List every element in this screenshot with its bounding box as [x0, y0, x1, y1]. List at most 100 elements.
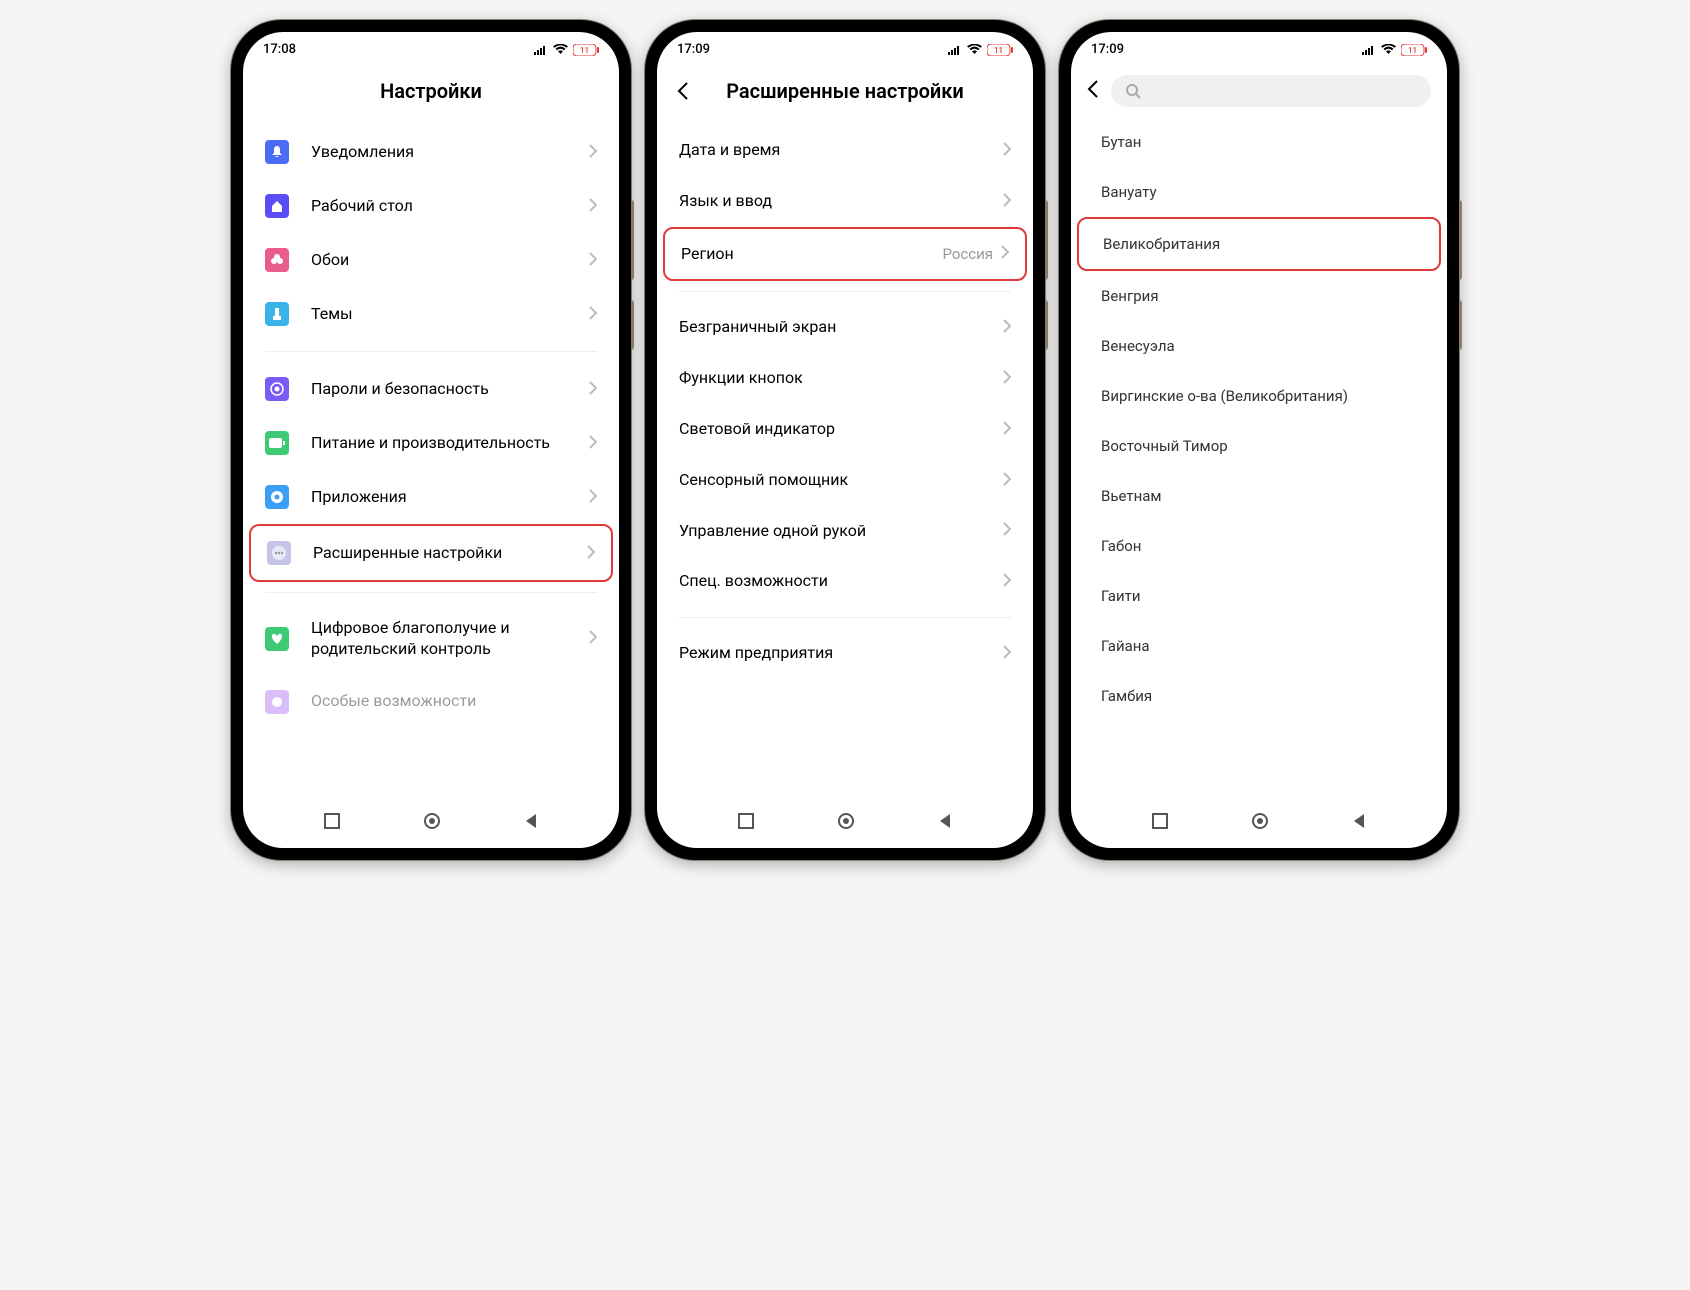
advanced-list[interactable]: Дата и время Язык и ввод РегионРоссия Безг… — [657, 125, 1033, 798]
region-list[interactable]: БутанВануатуВеликобританияВенгрияВенесуэ… — [1071, 117, 1447, 798]
region-item[interactable]: Гайана — [1077, 621, 1441, 671]
screen-2: 17:09 11 Расширенные настройки Дата и вр… — [657, 32, 1033, 848]
page-title: Расширенные настройки — [726, 79, 964, 103]
divider — [265, 351, 597, 352]
chevron-right-icon — [1003, 141, 1011, 160]
settings-row[interactable]: Приложения — [249, 470, 613, 524]
settings-row[interactable]: Обои — [249, 233, 613, 287]
battery-icon: 11 — [987, 44, 1013, 56]
row-label: Сенсорный помощник — [679, 470, 1003, 491]
svg-text:11: 11 — [580, 46, 589, 55]
settings-row[interactable]: Световой индикатор — [663, 404, 1027, 455]
row-label: Рабочий стол — [311, 196, 589, 217]
row-label: Приложения — [311, 487, 589, 508]
region-item[interactable]: Венгрия — [1077, 271, 1441, 321]
svg-text:11: 11 — [1408, 46, 1417, 55]
bell-icon — [265, 140, 289, 164]
screen-1: 17:08 11 Настройки Уведомления Рабочий ст… — [243, 32, 619, 848]
status-bar: 17:08 11 — [243, 32, 619, 61]
settings-row[interactable]: Безграничный экран — [663, 302, 1027, 353]
page-title: Настройки — [380, 79, 482, 103]
chevron-right-icon — [589, 380, 597, 399]
settings-row-cut: Особые возможности — [249, 675, 613, 729]
status-icons: 11 — [948, 44, 1013, 56]
chevron-right-icon — [1003, 369, 1011, 388]
row-value: Россия — [942, 245, 993, 263]
back-button[interactable] — [677, 81, 689, 105]
nav-bar — [243, 798, 619, 848]
wifi-icon — [967, 44, 982, 55]
settings-row[interactable]: Управление одной рукой — [663, 506, 1027, 557]
row-label: Обои — [311, 250, 589, 271]
status-icons: 11 — [1362, 44, 1427, 56]
region-item[interactable]: Габон — [1077, 521, 1441, 571]
region-item[interactable]: Вануату — [1077, 167, 1441, 217]
header: Расширенные настройки — [657, 61, 1033, 125]
row-label: Безграничный экран — [679, 317, 1003, 338]
settings-row[interactable]: Питание и производительность — [249, 416, 613, 470]
dots-icon — [267, 541, 291, 565]
region-item[interactable]: Вьетнам — [1077, 471, 1441, 521]
nav-bar — [657, 798, 1033, 848]
brush-icon — [265, 302, 289, 326]
phone-frame-2: 17:09 11 Расширенные настройки Дата и вр… — [645, 20, 1045, 860]
flower-icon — [265, 248, 289, 272]
status-bar: 17:09 11 — [657, 32, 1033, 61]
settings-row[interactable]: Сенсорный помощник — [663, 455, 1027, 506]
row-label: Регион — [681, 244, 942, 265]
phone-frame-3: 17:09 11 БутанВануатуВеликобританияВенгр… — [1059, 20, 1459, 860]
divider — [265, 592, 597, 593]
settings-row[interactable]: Темы — [249, 287, 613, 341]
chevron-right-icon — [589, 251, 597, 270]
region-item[interactable]: Восточный Тимор — [1077, 421, 1441, 471]
chevron-right-icon — [589, 143, 597, 162]
chevron-right-icon — [1001, 244, 1009, 263]
nav-home-icon[interactable] — [837, 812, 855, 830]
nav-recent-icon[interactable] — [738, 813, 754, 829]
settings-row[interactable]: Расширенные настройки — [249, 524, 613, 582]
settings-row[interactable]: Рабочий стол — [249, 179, 613, 233]
region-item[interactable]: Гаити — [1077, 571, 1441, 621]
nav-back-icon[interactable] — [938, 813, 952, 829]
region-item[interactable]: Великобритания — [1077, 217, 1441, 271]
settings-row[interactable]: Режим предприятия — [663, 628, 1027, 679]
region-item[interactable]: Гамбия — [1077, 671, 1441, 721]
chevron-right-icon — [1003, 318, 1011, 337]
region-item[interactable]: Бутан — [1077, 117, 1441, 167]
row-label: Цифровое благополучие и родительский кон… — [311, 618, 589, 660]
search-input[interactable] — [1111, 75, 1431, 107]
row-label: Управление одной рукой — [679, 521, 1003, 542]
divider — [679, 617, 1011, 618]
settings-row[interactable]: Спец. возможности — [663, 556, 1027, 607]
signal-icon — [948, 45, 962, 55]
nav-home-icon[interactable] — [423, 812, 441, 830]
status-time: 17:09 — [677, 42, 710, 57]
settings-list[interactable]: Уведомления Рабочий стол Обои Темы Пароли и… — [243, 125, 619, 798]
settings-row[interactable]: Цифровое благополучие и родительский кон… — [249, 603, 613, 675]
search-header — [1071, 61, 1447, 117]
nav-back-icon[interactable] — [524, 813, 538, 829]
nav-home-icon[interactable] — [1251, 812, 1269, 830]
wifi-icon — [553, 44, 568, 55]
chevron-right-icon — [589, 629, 597, 648]
chevron-right-icon — [1003, 644, 1011, 663]
heart-icon — [265, 627, 289, 651]
nav-back-icon[interactable] — [1352, 813, 1366, 829]
signal-icon — [534, 45, 548, 55]
settings-row[interactable]: Пароли и безопасность — [249, 362, 613, 416]
header: Настройки — [243, 61, 619, 125]
settings-row[interactable]: Язык и ввод — [663, 176, 1027, 227]
settings-row[interactable]: Функции кнопок — [663, 353, 1027, 404]
row-label: Функции кнопок — [679, 368, 1003, 389]
settings-row[interactable]: Уведомления — [249, 125, 613, 179]
back-button[interactable] — [1087, 80, 1099, 102]
region-item[interactable]: Виргинские о-ва (Великобритания) — [1077, 371, 1441, 421]
chevron-right-icon — [587, 544, 595, 563]
region-item[interactable]: Венесуэла — [1077, 321, 1441, 371]
nav-recent-icon[interactable] — [324, 813, 340, 829]
row-label: Режим предприятия — [679, 643, 1003, 664]
settings-row[interactable]: РегионРоссия — [663, 227, 1027, 282]
settings-row[interactable]: Дата и время — [663, 125, 1027, 176]
row-label: Язык и ввод — [679, 191, 1003, 212]
nav-recent-icon[interactable] — [1152, 813, 1168, 829]
